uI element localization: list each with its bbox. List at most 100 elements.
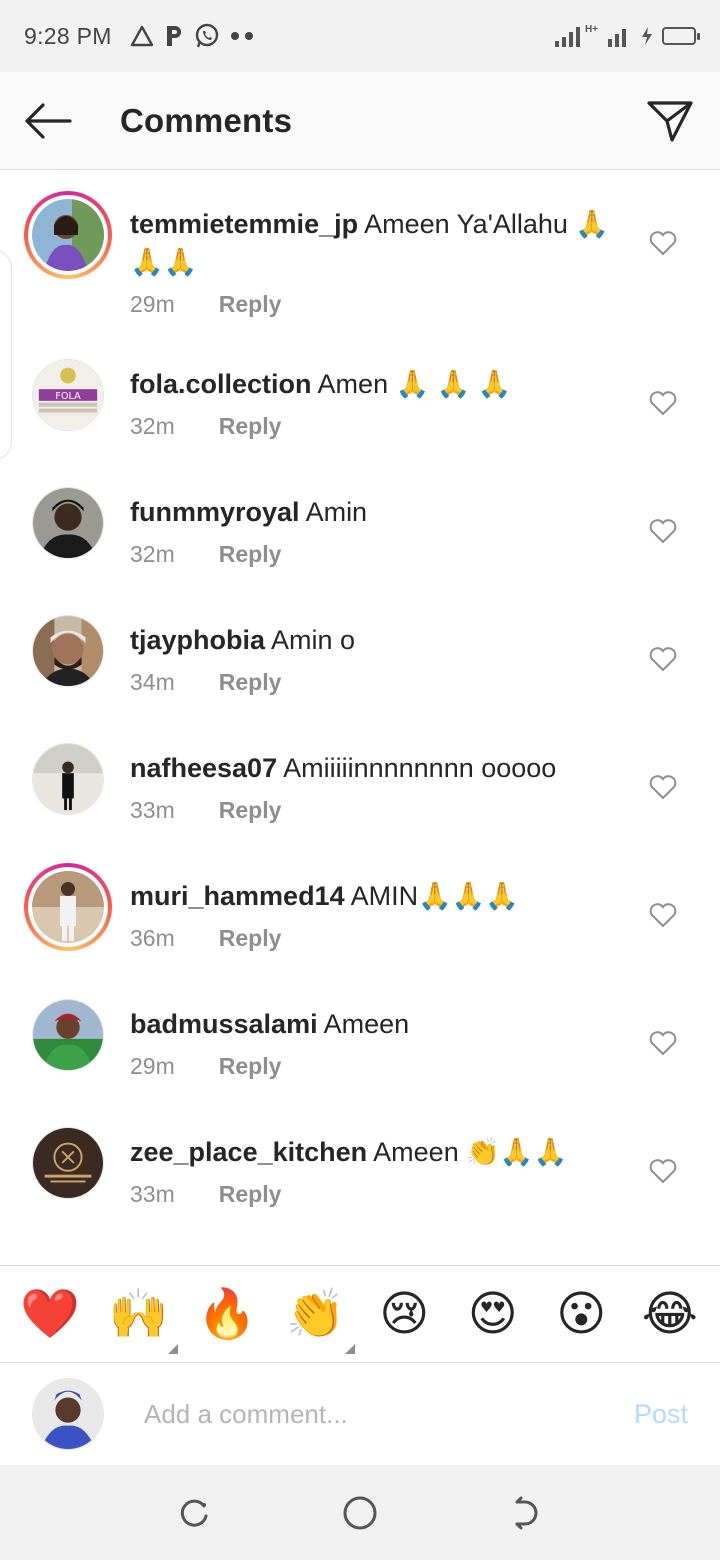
arrow-left-icon [25,102,72,139]
comment-username[interactable]: badmussalami [130,1009,318,1039]
comment-input[interactable] [144,1398,584,1430]
like-heart-icon[interactable] [648,516,678,546]
comment-text: muri_hammed14 AMIN🙏🙏🙏 [130,877,620,915]
comment-item: nafheesa07 Amiiiiinnnnnnnn ooooo 33m Repl… [0,714,720,842]
comment-body: funmmyroyal Amin 32m Reply [130,458,620,586]
comment-meta: 29m Reply [130,291,620,318]
avatar [32,871,104,943]
paper-plane-icon [647,100,693,142]
back-nav-button[interactable] [506,1493,546,1533]
avatar-button[interactable]: FOLA [32,359,104,431]
story-ring[interactable] [24,863,112,951]
comment-item: tjayphobia Amin o 34m Reply [0,586,720,714]
reply-button[interactable]: Reply [219,541,282,568]
comment-time: 29m [130,291,175,317]
comment-item: funmmyroyal Amin 32m Reply [0,458,720,586]
comment-text: funmmyroyal Amin [130,493,620,531]
comment-body: nafheesa07 Amiiiiinnnnnnnn ooooo 33m Repl… [130,714,620,842]
reaction-raised-hands[interactable]: 🙌 [104,1290,178,1354]
reaction-heart[interactable]: ❤️ [15,1290,85,1338]
comment-username[interactable]: zee_place_kitchen [130,1137,367,1167]
comment-text: tjayphobia Amin o [130,621,620,659]
reply-button[interactable]: Reply [219,413,282,440]
like-heart-icon[interactable] [648,228,678,258]
home-button[interactable] [340,1493,380,1533]
comments-list[interactable]: temmietemmie_jp Ameen Ya'Allahu 🙏🙏🙏 29m R… [0,170,720,1265]
comment-message: Amen 🙏 🙏 🙏 [317,369,512,399]
comment-username[interactable]: funmmyroyal [130,497,300,527]
like-heart-icon[interactable] [648,388,678,418]
comment-text: temmietemmie_jp Ameen Ya'Allahu 🙏🙏🙏 [130,205,620,281]
back-button[interactable] [0,72,96,170]
comment-username[interactable]: fola.collection [130,369,312,399]
comment-username[interactable]: tjayphobia [130,625,265,655]
comment-item: FOLA fola.collection Amen 🙏 🙏 🙏 32m Reply [0,330,720,458]
reaction-laughing[interactable]: 😂 [635,1290,705,1338]
reaction-clapping-emoji: 👏 [285,1286,346,1342]
like-heart-icon[interactable] [648,1156,678,1186]
reply-button[interactable]: Reply [219,797,282,824]
comment-item: muri_hammed14 AMIN🙏🙏🙏 36m Reply [0,842,720,970]
comment-time: 36m [130,925,175,951]
share-button[interactable] [620,72,720,170]
home-circle-icon [343,1496,377,1529]
comment-username[interactable]: muri_hammed14 [130,881,345,911]
comment-meta: 33m Reply [130,1181,620,1208]
avatar [32,1127,104,1199]
comment-item: temmietemmie_jp Ameen Ya'Allahu 🙏🙏🙏 29m R… [0,170,720,330]
reaction-heart-eyes[interactable]: 😍 [458,1290,528,1338]
comments-header: Comments [0,72,720,170]
avatar-button[interactable] [32,1127,104,1199]
avatar-button[interactable] [32,615,104,687]
reaction-raised-hands-emoji: 🙌 [108,1286,169,1342]
reaction-crying[interactable]: 😢 [369,1290,439,1338]
avatar [32,999,104,1071]
comment-message: Amin o [271,625,356,655]
avatar: FOLA [32,359,104,431]
recent-apps-icon [180,1499,208,1527]
story-ring[interactable] [24,191,112,279]
reply-button[interactable]: Reply [219,925,282,952]
p-app-icon [166,26,181,46]
system-navigation-bar [0,1465,720,1560]
reply-button[interactable]: Reply [219,291,282,318]
like-heart-icon[interactable] [648,1028,678,1058]
whatsapp-icon [195,23,218,48]
like-heart-icon[interactable] [648,900,678,930]
comment-item: badmussalami Ameen 29m Reply [0,970,720,1098]
comment-item: zee_place_kitchen Ameen 👏🙏🙏 33m Reply [0,1098,720,1226]
comment-body: temmietemmie_jp Ameen Ya'Allahu 🙏🙏🙏 29m R… [130,170,620,330]
recent-apps-button[interactable] [174,1493,214,1533]
comment-meta: 29m Reply [130,1053,620,1080]
signal-icon-2 [608,29,626,47]
avatar-button[interactable] [32,487,104,559]
comment-body: zee_place_kitchen Ameen 👏🙏🙏 33m Reply [130,1098,620,1226]
comment-text: nafheesa07 Amiiiiinnnnnnnn ooooo [130,749,620,787]
comment-username[interactable]: nafheesa07 [130,753,277,783]
reaction-fire[interactable]: 🔥 [192,1290,262,1338]
avatar-button[interactable] [32,743,104,815]
reply-button[interactable]: Reply [219,1053,282,1080]
comment-time: 33m [130,797,175,823]
comment-message: Ameen 👏🙏🙏 [373,1137,568,1167]
reaction-clapping[interactable]: 👏 [281,1290,355,1354]
comment-compose-bar: Post [0,1363,720,1465]
reply-button[interactable]: Reply [219,669,282,696]
reaction-surprised[interactable]: 😮 [546,1290,616,1338]
quick-reactions-bar: ❤️ 🙌 🔥 👏 😢 😍 😮 😂 [0,1265,720,1363]
status-right: H+ [553,24,700,47]
comment-username[interactable]: temmietemmie_jp [130,209,358,239]
post-button[interactable]: Post [634,1399,688,1430]
signal-icon [554,27,580,47]
more-dots-icon [230,32,253,40]
avatar-button[interactable] [32,999,104,1071]
like-heart-icon[interactable] [648,772,678,802]
comment-body: muri_hammed14 AMIN🙏🙏🙏 36m Reply [130,842,620,970]
like-heart-icon[interactable] [648,644,678,674]
svg-text:FOLA: FOLA [55,391,81,402]
status-bar: 9:28 PM H+ [0,0,720,72]
back-nav-icon [515,1496,538,1529]
comment-meta: 36m Reply [130,925,620,952]
comment-body: tjayphobia Amin o 34m Reply [130,586,620,714]
reply-button[interactable]: Reply [219,1181,282,1208]
